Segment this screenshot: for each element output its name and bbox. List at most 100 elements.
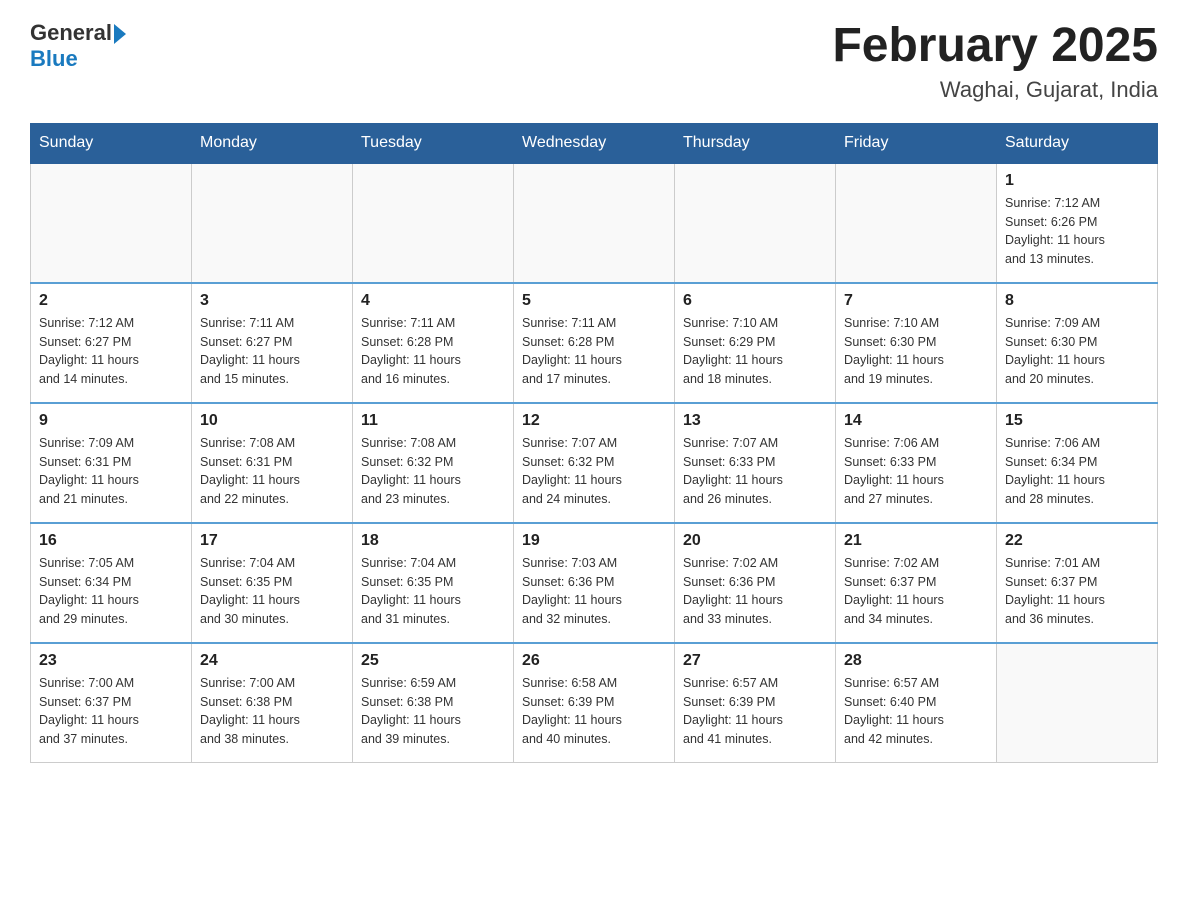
calendar-day-cell: 10 Sunrise: 7:08 AM Sunset: 6:31 PM Dayli…	[192, 403, 353, 523]
calendar-day-cell: 28Sunrise: 6:57 AM Sunset: 6:40 PM Dayli…	[836, 643, 997, 763]
calendar-day-header: Monday	[192, 123, 353, 163]
calendar-day-cell	[514, 163, 675, 283]
day-number: 13	[683, 412, 827, 430]
day-number: 19	[522, 532, 666, 550]
calendar-header-row: SundayMondayTuesdayWednesdayThursdayFrid…	[31, 123, 1158, 163]
calendar-day-cell: 25Sunrise: 6:59 AM Sunset: 6:38 PM Dayli…	[353, 643, 514, 763]
day-number: 26	[522, 652, 666, 670]
calendar-day-header: Friday	[836, 123, 997, 163]
day-info: Sunrise: 6:57 AM Sunset: 6:40 PM Dayligh…	[844, 674, 988, 749]
day-info: Sunrise: 7:01 AM Sunset: 6:37 PM Dayligh…	[1005, 554, 1149, 629]
day-number: 6	[683, 292, 827, 310]
calendar-week-row: 9 Sunrise: 7:09 AM Sunset: 6:31 PM Daylig…	[31, 403, 1158, 523]
calendar-day-cell: 3 Sunrise: 7:11 AM Sunset: 6:27 PM Daylig…	[192, 283, 353, 403]
day-number: 14	[844, 412, 988, 430]
day-number: 3	[200, 292, 344, 310]
day-info: Sunrise: 7:11 AM Sunset: 6:28 PM Dayligh…	[522, 314, 666, 389]
day-info: Sunrise: 6:57 AM Sunset: 6:39 PM Dayligh…	[683, 674, 827, 749]
day-number: 27	[683, 652, 827, 670]
day-number: 12	[522, 412, 666, 430]
day-info: Sunrise: 7:07 AM Sunset: 6:33 PM Dayligh…	[683, 434, 827, 509]
calendar-day-cell	[997, 643, 1158, 763]
calendar-day-cell: 14 Sunrise: 7:06 AM Sunset: 6:33 PM Dayli…	[836, 403, 997, 523]
calendar-week-row: 2 Sunrise: 7:12 AM Sunset: 6:27 PM Daylig…	[31, 283, 1158, 403]
calendar-day-cell: 2 Sunrise: 7:12 AM Sunset: 6:27 PM Daylig…	[31, 283, 192, 403]
calendar-day-cell	[31, 163, 192, 283]
day-info: Sunrise: 7:09 AM Sunset: 6:30 PM Dayligh…	[1005, 314, 1149, 389]
calendar-day-cell: 18 Sunrise: 7:04 AM Sunset: 6:35 PM Dayli…	[353, 523, 514, 643]
calendar-day-cell: 13 Sunrise: 7:07 AM Sunset: 6:33 PM Dayli…	[675, 403, 836, 523]
logo-arrow-icon	[114, 24, 126, 44]
calendar-day-cell	[192, 163, 353, 283]
day-number: 25	[361, 652, 505, 670]
day-number: 11	[361, 412, 505, 430]
day-number: 9	[39, 412, 183, 430]
day-info: Sunrise: 7:06 AM Sunset: 6:33 PM Dayligh…	[844, 434, 988, 509]
day-info: Sunrise: 7:04 AM Sunset: 6:35 PM Dayligh…	[200, 554, 344, 629]
day-number: 18	[361, 532, 505, 550]
calendar-day-cell: 7 Sunrise: 7:10 AM Sunset: 6:30 PM Daylig…	[836, 283, 997, 403]
day-info: Sunrise: 7:08 AM Sunset: 6:31 PM Dayligh…	[200, 434, 344, 509]
page-header: General Blue February 2025 Waghai, Gujar…	[30, 20, 1158, 103]
day-info: Sunrise: 7:07 AM Sunset: 6:32 PM Dayligh…	[522, 434, 666, 509]
calendar-day-cell: 17 Sunrise: 7:04 AM Sunset: 6:35 PM Dayli…	[192, 523, 353, 643]
logo-general-text: General	[30, 20, 112, 46]
day-info: Sunrise: 7:00 AM Sunset: 6:38 PM Dayligh…	[200, 674, 344, 749]
calendar-week-row: 16 Sunrise: 7:05 AM Sunset: 6:34 PM Dayli…	[31, 523, 1158, 643]
calendar-week-row: 1 Sunrise: 7:12 AM Sunset: 6:26 PM Daylig…	[31, 163, 1158, 283]
day-number: 7	[844, 292, 988, 310]
calendar-day-header: Sunday	[31, 123, 192, 163]
calendar-day-header: Wednesday	[514, 123, 675, 163]
calendar-day-cell: 8 Sunrise: 7:09 AM Sunset: 6:30 PM Daylig…	[997, 283, 1158, 403]
day-info: Sunrise: 7:10 AM Sunset: 6:29 PM Dayligh…	[683, 314, 827, 389]
calendar-day-cell: 19Sunrise: 7:03 AM Sunset: 6:36 PM Dayli…	[514, 523, 675, 643]
day-number: 4	[361, 292, 505, 310]
day-info: Sunrise: 7:09 AM Sunset: 6:31 PM Dayligh…	[39, 434, 183, 509]
day-info: Sunrise: 7:02 AM Sunset: 6:37 PM Dayligh…	[844, 554, 988, 629]
calendar-day-cell: 12 Sunrise: 7:07 AM Sunset: 6:32 PM Dayli…	[514, 403, 675, 523]
day-info: Sunrise: 7:06 AM Sunset: 6:34 PM Dayligh…	[1005, 434, 1149, 509]
day-number: 8	[1005, 292, 1149, 310]
day-number: 17	[200, 532, 344, 550]
day-number: 2	[39, 292, 183, 310]
calendar-day-cell: 5 Sunrise: 7:11 AM Sunset: 6:28 PM Daylig…	[514, 283, 675, 403]
day-info: Sunrise: 7:08 AM Sunset: 6:32 PM Dayligh…	[361, 434, 505, 509]
day-info: Sunrise: 7:12 AM Sunset: 6:26 PM Dayligh…	[1005, 194, 1149, 269]
location-title: Waghai, Gujarat, India	[832, 77, 1158, 103]
calendar-day-cell: 22 Sunrise: 7:01 AM Sunset: 6:37 PM Dayli…	[997, 523, 1158, 643]
calendar-day-cell: 4 Sunrise: 7:11 AM Sunset: 6:28 PM Daylig…	[353, 283, 514, 403]
calendar-day-cell: 9 Sunrise: 7:09 AM Sunset: 6:31 PM Daylig…	[31, 403, 192, 523]
day-number: 24	[200, 652, 344, 670]
calendar-day-cell: 23Sunrise: 7:00 AM Sunset: 6:37 PM Dayli…	[31, 643, 192, 763]
day-number: 10	[200, 412, 344, 430]
day-number: 21	[844, 532, 988, 550]
calendar-day-cell	[836, 163, 997, 283]
day-number: 5	[522, 292, 666, 310]
calendar-day-header: Saturday	[997, 123, 1158, 163]
calendar-day-header: Tuesday	[353, 123, 514, 163]
title-section: February 2025 Waghai, Gujarat, India	[832, 20, 1158, 103]
day-info: Sunrise: 7:12 AM Sunset: 6:27 PM Dayligh…	[39, 314, 183, 389]
day-info: Sunrise: 7:05 AM Sunset: 6:34 PM Dayligh…	[39, 554, 183, 629]
calendar-day-cell: 11 Sunrise: 7:08 AM Sunset: 6:32 PM Dayli…	[353, 403, 514, 523]
calendar-day-cell	[675, 163, 836, 283]
day-number: 16	[39, 532, 183, 550]
day-number: 22	[1005, 532, 1149, 550]
day-number: 1	[1005, 172, 1149, 190]
logo-blue-text: Blue	[30, 46, 78, 72]
calendar-day-cell: 24 Sunrise: 7:00 AM Sunset: 6:38 PM Dayli…	[192, 643, 353, 763]
day-number: 15	[1005, 412, 1149, 430]
month-title: February 2025	[832, 20, 1158, 73]
calendar-day-cell: 20Sunrise: 7:02 AM Sunset: 6:36 PM Dayli…	[675, 523, 836, 643]
logo: General Blue	[30, 20, 126, 72]
day-info: Sunrise: 7:11 AM Sunset: 6:28 PM Dayligh…	[361, 314, 505, 389]
day-info: Sunrise: 7:02 AM Sunset: 6:36 PM Dayligh…	[683, 554, 827, 629]
day-info: Sunrise: 7:00 AM Sunset: 6:37 PM Dayligh…	[39, 674, 183, 749]
day-info: Sunrise: 7:11 AM Sunset: 6:27 PM Dayligh…	[200, 314, 344, 389]
calendar-week-row: 23Sunrise: 7:00 AM Sunset: 6:37 PM Dayli…	[31, 643, 1158, 763]
calendar-day-cell	[353, 163, 514, 283]
day-info: Sunrise: 7:10 AM Sunset: 6:30 PM Dayligh…	[844, 314, 988, 389]
day-info: Sunrise: 6:58 AM Sunset: 6:39 PM Dayligh…	[522, 674, 666, 749]
calendar-day-cell: 15 Sunrise: 7:06 AM Sunset: 6:34 PM Dayli…	[997, 403, 1158, 523]
day-info: Sunrise: 7:04 AM Sunset: 6:35 PM Dayligh…	[361, 554, 505, 629]
